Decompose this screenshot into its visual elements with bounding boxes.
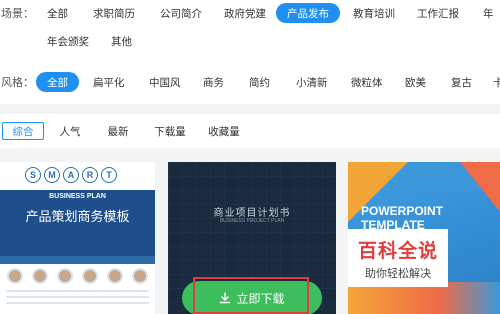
avatar xyxy=(107,268,124,284)
scene-tag-all[interactable]: 全部 xyxy=(36,3,79,23)
scene-tag-resume[interactable]: 求职简历 xyxy=(82,3,146,23)
scene-tag-more[interactable]: 年 xyxy=(472,3,500,23)
avatar xyxy=(6,268,23,284)
template-card-business-project[interactable]: 商业项目计划书 BUSINESS PROJECT PLAN 立即下载 xyxy=(168,162,336,314)
avatar xyxy=(31,268,48,284)
style-tag-more[interactable]: 卡 xyxy=(482,72,500,92)
card-divider xyxy=(0,256,155,264)
sort-bar: 综合 人气 最新 下载量 收藏量 xyxy=(0,114,500,148)
scene-tag-company[interactable]: 公司简介 xyxy=(149,3,213,23)
style-tag-particle[interactable]: 微粒体 xyxy=(340,72,394,92)
avatar xyxy=(132,268,149,284)
scene-filter-row: 场景： 全部 求职简历 公司简介 政府党建 产品发布 教育培训 工作汇报 年 xyxy=(0,1,500,25)
watermark-logo: 百科全说 助你轻松解决 xyxy=(348,229,448,287)
style-tag-all[interactable]: 全部 xyxy=(36,72,79,92)
style-label: 风格： xyxy=(1,77,34,89)
scene-label: 场景： xyxy=(1,8,34,20)
sort-tab-latest[interactable]: 最新 xyxy=(100,122,136,140)
card-subtitle: BUSINESS PROJECT PLAN xyxy=(219,218,285,224)
decor-triangle xyxy=(460,162,500,212)
style-tag-chinese[interactable]: 中国风 xyxy=(138,72,192,92)
style-tag-fresh[interactable]: 小清新 xyxy=(285,72,339,92)
smart-logo: S M A R T xyxy=(25,167,117,183)
smart-letter: S xyxy=(25,167,41,183)
filter-panel: 场景： 全部 求职简历 公司简介 政府党建 产品发布 教育培训 工作汇报 年 年… xyxy=(0,0,500,104)
style-tag-business[interactable]: 商务 xyxy=(192,72,235,92)
scene-filter-row-2: 年会颁奖 其他 xyxy=(0,29,500,53)
template-card-product-plan[interactable]: S M A R T BUSINESS PLAN 产品策划商务模板 xyxy=(0,162,155,314)
card-title: 产品策划商务模板 xyxy=(25,209,130,224)
style-tag-retro[interactable]: 复古 xyxy=(440,72,483,92)
sort-tab-overall[interactable]: 综合 xyxy=(2,122,44,140)
scene-tag-government[interactable]: 政府党建 xyxy=(213,3,277,23)
card-subtitle: BUSINESS PLAN xyxy=(49,193,106,200)
watermark-title: 百科全说 xyxy=(357,240,438,262)
card-title: 商业项目计划书 xyxy=(213,208,291,219)
style-filter-row: 风格： 全部 扁平化 中国风 商务 简约 小清新 微粒体 欧美 复古 卡 xyxy=(0,70,500,94)
watermark-subtitle: 助你轻松解决 xyxy=(365,267,431,280)
style-tag-western[interactable]: 欧美 xyxy=(394,72,437,92)
style-tag-simple[interactable]: 简约 xyxy=(238,72,281,92)
card-title-line1: POWERPOINT xyxy=(361,204,444,218)
scene-tag-report[interactable]: 工作汇报 xyxy=(406,3,470,23)
scene-tag-product-launch[interactable]: 产品发布 xyxy=(276,3,340,23)
avatar xyxy=(56,268,73,284)
smart-letter: T xyxy=(101,167,117,183)
smart-letter: A xyxy=(63,167,79,183)
card-banner: BUSINESS PLAN 产品策划商务模板 xyxy=(0,190,155,256)
smart-letter: R xyxy=(82,167,98,183)
text-placeholder-lines xyxy=(6,290,149,308)
highlight-box xyxy=(193,277,309,314)
avatar xyxy=(82,268,99,284)
sort-tab-favorites[interactable]: 收藏量 xyxy=(202,122,246,140)
sort-tab-popular[interactable]: 人气 xyxy=(52,122,88,140)
sort-tab-downloads[interactable]: 下载量 xyxy=(148,122,192,140)
style-tag-flat[interactable]: 扁平化 xyxy=(82,72,136,92)
avatar-row xyxy=(0,268,155,284)
scene-tag-other[interactable]: 其他 xyxy=(100,31,143,51)
smart-letter: M xyxy=(44,167,60,183)
scene-tag-education[interactable]: 教育培训 xyxy=(342,3,406,23)
scene-tag-annual[interactable]: 年会颁奖 xyxy=(36,31,100,51)
